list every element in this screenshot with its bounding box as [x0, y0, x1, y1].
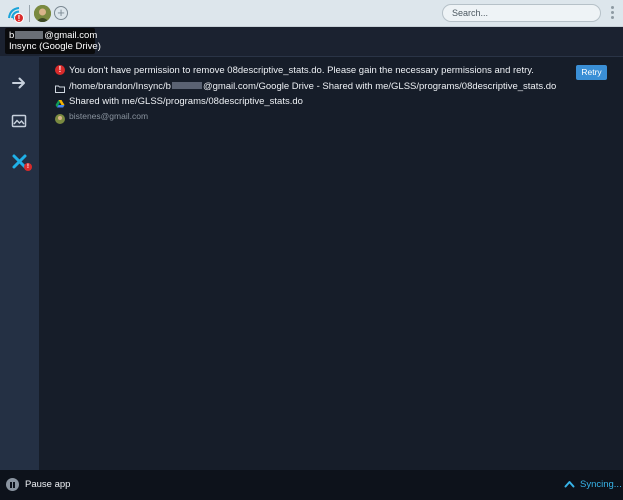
- retry-button[interactable]: Retry: [576, 65, 607, 80]
- google-drive-icon: [55, 96, 65, 108]
- local-path-prefix: /home/brandon/Insync/b: [69, 80, 171, 92]
- sidebar-item-errors[interactable]: !: [0, 144, 39, 178]
- toolbar-separator: [29, 5, 30, 22]
- error-icon: !: [55, 65, 65, 75]
- search-input[interactable]: [442, 4, 601, 22]
- errors-badge-icon: !: [24, 163, 32, 171]
- pause-icon[interactable]: [6, 478, 19, 491]
- error-message: You don't have permission to remove 08de…: [69, 64, 534, 76]
- cloud-path: Shared with me/GLSS/programs/08descripti…: [69, 95, 303, 107]
- sidebar: !: [0, 56, 39, 470]
- cloud-path-row[interactable]: Shared with me/GLSS/programs/08descripti…: [55, 94, 303, 108]
- top-bar: ! +: [0, 0, 623, 27]
- tooltip-account-label: Insync (Google Drive): [9, 41, 101, 52]
- add-account-icon[interactable]: +: [54, 6, 68, 20]
- error-message-row: ! You don't have permission to remove 08…: [55, 63, 534, 77]
- syncing-status[interactable]: Syncing...: [580, 479, 622, 490]
- redaction-mask: [15, 31, 44, 39]
- owner-avatar-icon: [55, 111, 65, 124]
- main-panel: ! You don't have permission to remove 08…: [39, 56, 623, 470]
- image-icon: [11, 114, 27, 128]
- local-path-row[interactable]: /home/brandon/Insync/b @gmail.com/Google …: [55, 79, 556, 93]
- error-badge-icon: !: [14, 13, 24, 23]
- tooltip-email: b @gmail.com: [9, 30, 97, 41]
- account-tooltip: b @gmail.com Insync (Google Drive): [5, 28, 101, 54]
- sidebar-item-sync-activity[interactable]: [0, 66, 39, 100]
- email-suffix: @gmail.com: [44, 30, 98, 41]
- arrow-right-icon: [12, 77, 25, 89]
- sidebar-item-recent-changes[interactable]: [0, 104, 39, 138]
- email-prefix: b: [9, 30, 15, 41]
- header-divider: [39, 56, 623, 57]
- chevron-up-icon[interactable]: [564, 480, 575, 488]
- redaction-mask: [171, 81, 202, 89]
- folder-icon: [55, 81, 65, 93]
- kebab-menu-icon[interactable]: [609, 6, 615, 22]
- local-path-suffix: @gmail.com/Google Drive - Shared with me…: [202, 80, 557, 92]
- owner-email: bistenes@gmail.com: [69, 111, 149, 121]
- local-path: /home/brandon/Insync/b @gmail.com/Google …: [69, 81, 556, 92]
- account-avatar-icon[interactable]: [34, 5, 51, 22]
- pause-app-button[interactable]: Pause app: [25, 479, 70, 490]
- owner-row: bistenes@gmail.com: [55, 109, 149, 124]
- footer-bar: Pause app Syncing...: [0, 470, 623, 500]
